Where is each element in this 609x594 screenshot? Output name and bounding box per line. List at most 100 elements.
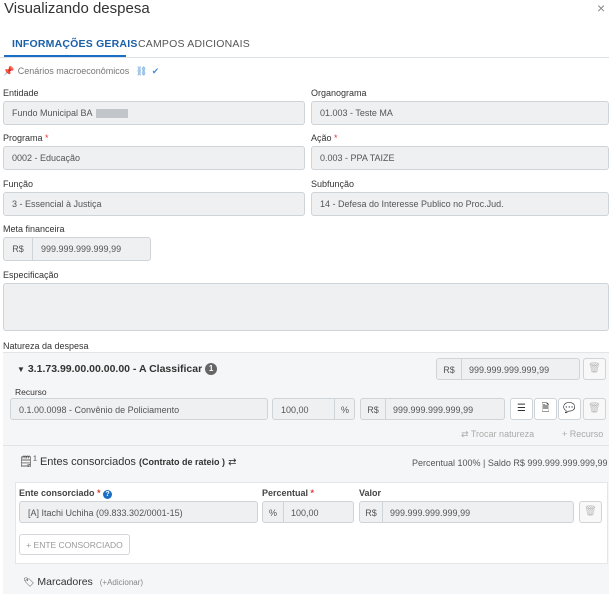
pin-icon: 📌 — [3, 66, 15, 76]
currency-prefix: R$ — [12, 244, 24, 254]
especificacao-textarea — [3, 283, 609, 331]
recurso-field: 0.1.00.0098 - Convênio de Policiamento — [10, 398, 268, 420]
acao-value: 0.003 - PPA TAIZE — [320, 153, 395, 163]
organograma-value: 01.003 - Teste MA — [320, 108, 393, 118]
entes-count-badge: 1 — [32, 455, 37, 463]
marcadores-add-link[interactable]: (+Adicionar) — [100, 578, 143, 587]
entes-title: Entes consorciados — [39, 456, 136, 468]
subfuncao-label: Subfunção — [311, 179, 355, 189]
required-mark: * — [310, 488, 315, 498]
redacted-mark — [95, 109, 128, 119]
marcadores-row: 🏷 Marcadores (+Adicionar) — [23, 576, 143, 588]
programa-value: 0002 - Educação — [12, 153, 81, 163]
scenarios-row: 📌 Cenários macroeconômicos ⛓ ✔ — [3, 66, 159, 77]
list-icon: ☰ — [517, 403, 526, 414]
marcadores-label: Marcadores — [37, 576, 93, 588]
delete-ente-button[interactable]: 🗑 — [579, 501, 602, 523]
ente-percent-field: % 100,00 — [262, 501, 354, 523]
programa-field: 0002 - Educação — [3, 146, 305, 170]
delete-recurso-button[interactable]: 🗑 — [583, 398, 606, 420]
natureza-section-label: Natureza da despesa — [3, 341, 89, 351]
percent-suffix: % — [340, 405, 349, 415]
col-ente-header: Ente consorciado * ? — [19, 488, 113, 499]
entidade-value: Fundo Municipal BA — [12, 108, 93, 118]
tab-informacoes-gerais[interactable]: INFORMAÇÕES GERAIS — [12, 38, 138, 50]
entes-summary: Percentual 100% | Saldo R$ 999.999.999.9… — [412, 458, 608, 468]
entidade-label: Entidade — [3, 88, 39, 98]
comment-button[interactable]: 💬 — [558, 398, 581, 420]
trash-icon: 🗑 — [584, 506, 597, 517]
acao-field: 0.003 - PPA TAIZE — [311, 146, 609, 170]
meta-field: R$ 999.999.999.999,99 — [3, 237, 151, 261]
acao-label: Ação * — [311, 133, 338, 143]
trocar-natureza-link[interactable]: ⇄ Trocar natureza — [461, 429, 534, 440]
currency-prefix: R$ — [367, 405, 379, 415]
natureza-total-value: 999.999.999.999,99 — [469, 365, 550, 375]
tab-bar: INFORMAÇÕES GERAIS CAMPOS ADICIONAIS — [0, 26, 609, 58]
required-mark: * — [97, 488, 101, 498]
col-valor-label: Valor — [359, 488, 382, 498]
recurso-percent-value: 100,00 — [281, 405, 309, 415]
entes-icon: 🗒 — [19, 456, 33, 468]
add-ente-button[interactable]: + ENTE CONSORCIADO — [19, 534, 130, 555]
col-percent-label: Percentual — [262, 488, 309, 498]
subfuncao-field: 14 - Defesa do Interesse Publico no Proc… — [311, 192, 609, 216]
tab-campos-adicionais[interactable]: CAMPOS ADICIONAIS — [138, 38, 250, 50]
funcao-label: Função — [3, 179, 34, 189]
caret-down-icon[interactable]: ▼ — [17, 365, 25, 374]
ente-valor-value: 999.999.999.999,99 — [390, 508, 471, 518]
entes-table: Ente consorciado * ? Percentual * Valor … — [15, 482, 608, 564]
natureza-title: 3.1.73.99.00.00.00.00 - A Classificar — [27, 363, 203, 375]
natureza-header[interactable]: ▼ 3.1.73.99.00.00.00.00 - A Classificar … — [17, 363, 218, 376]
ente-percent-value: 100,00 — [291, 508, 319, 518]
percent-prefix: % — [268, 508, 277, 518]
ente-value: [A] Itachi Uchiha (09.833.302/0001-15) — [28, 508, 183, 518]
organograma-field: 01.003 - Teste MA — [311, 101, 609, 125]
entes-subtitle: (Contrato de rateio ) — [139, 457, 226, 467]
col-ente-label: Ente consorciado — [19, 488, 95, 498]
swap-icon[interactable]: ⇄ — [228, 457, 236, 468]
link-icon[interactable]: ⛓ — [136, 66, 147, 76]
document-button[interactable]: 🗎 — [534, 398, 557, 420]
recurso-value: 0.1.00.0098 - Convênio de Policiamento — [19, 405, 180, 415]
meta-label: Meta financeira — [3, 224, 65, 234]
document-icon: 🗎 — [541, 403, 550, 414]
tag-icon: 🏷 — [23, 577, 35, 587]
entidade-field: Fundo Municipal BA — [3, 101, 305, 125]
required-mark: * — [45, 133, 49, 143]
natureza-count-badge: 1 — [205, 363, 218, 376]
recurso-label: Recurso — [15, 387, 47, 397]
col-percent-header: Percentual * — [262, 488, 314, 498]
scenarios-label[interactable]: Cenários macroeconômicos — [18, 66, 130, 76]
delete-natureza-button[interactable]: 🗑 — [583, 358, 606, 380]
active-tab-indicator — [4, 55, 126, 57]
comment-icon: 💬 — [563, 403, 576, 414]
swap-icon: ⇄ — [461, 429, 469, 439]
required-mark: * — [334, 133, 338, 143]
natureza-total-field: R$ 999.999.999.999,99 — [436, 358, 580, 380]
recurso-money-value: 999.999.999.999,99 — [393, 405, 474, 415]
close-icon[interactable]: × — [597, 0, 605, 16]
currency-prefix: R$ — [365, 508, 377, 518]
currency-prefix: R$ — [443, 365, 455, 375]
subfuncao-value: 14 - Defesa do Interesse Publico no Proc… — [320, 199, 504, 209]
trash-icon: 🗑 — [588, 403, 601, 414]
programa-label-text: Programa — [3, 133, 43, 143]
ente-valor-field: R$ 999.999.999.999,99 — [359, 501, 574, 523]
acao-label-text: Ação — [311, 133, 332, 143]
organograma-label: Organograma — [311, 88, 367, 98]
funcao-value: 3 - Essencial à Justiça — [12, 199, 102, 209]
list-button[interactable]: ☰ — [510, 398, 533, 420]
help-icon[interactable]: ? — [103, 490, 113, 499]
meta-value: 999.999.999.999,99 — [41, 244, 122, 254]
recurso-money-field: R$ 999.999.999.999,99 — [360, 398, 505, 420]
entes-header: 🗒1 Entes consorciados (Contrato de ratei… — [19, 455, 236, 468]
recurso-percent-field: 100,00 % — [272, 398, 355, 420]
programa-label: Programa * — [3, 133, 49, 143]
funcao-field: 3 - Essencial à Justiça — [3, 192, 305, 216]
modal-title: Visualizando despesa — [4, 0, 150, 17]
especificacao-label: Especificação — [3, 270, 59, 280]
add-recurso-link[interactable]: + Recurso — [562, 429, 603, 439]
divider — [3, 445, 609, 446]
ente-field: [A] Itachi Uchiha (09.833.302/0001-15) — [19, 501, 258, 523]
